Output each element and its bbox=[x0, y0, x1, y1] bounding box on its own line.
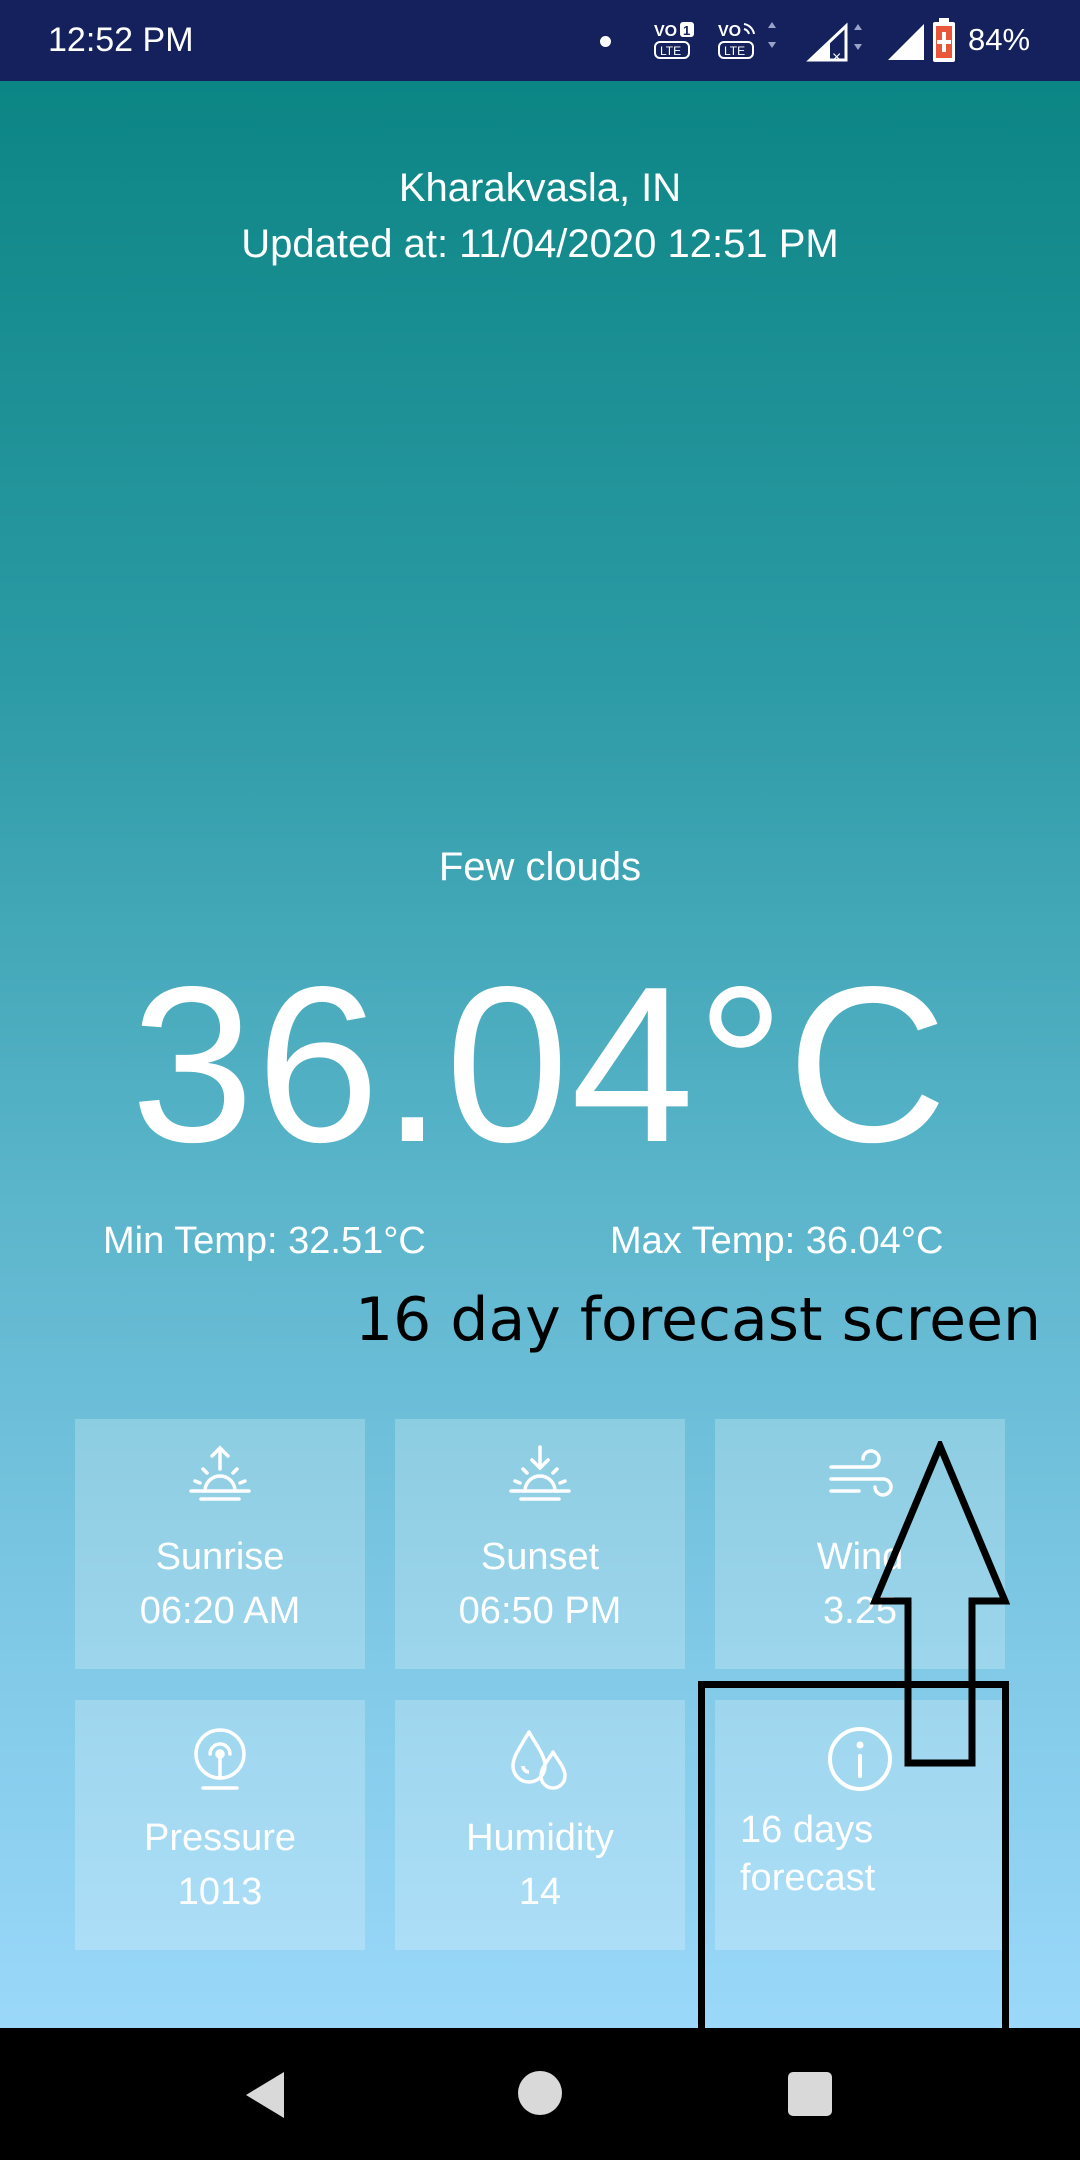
annotation-highlight-box bbox=[698, 1681, 1009, 2035]
humidity-drops-icon bbox=[511, 1730, 567, 1790]
svg-text:VO: VO bbox=[718, 23, 741, 40]
updated-at-label: Updated at: 11/04/2020 12:51 PM bbox=[241, 222, 839, 266]
sunrise-label: Sunrise bbox=[155, 1536, 285, 1578]
battery-charging-icon bbox=[933, 18, 955, 62]
location-label: Kharakvasla, IN bbox=[398, 166, 682, 210]
recents-icon[interactable] bbox=[786, 2070, 834, 2118]
humidity-value: 14 bbox=[518, 1871, 562, 1913]
back-icon[interactable] bbox=[240, 2068, 290, 2122]
pressure-value: 1013 bbox=[177, 1871, 263, 1913]
min-temp-label: Min Temp: 32.51°C bbox=[103, 1220, 426, 1262]
signal-no-service-icon: × bbox=[806, 22, 862, 64]
volte-1-icon: VO 1 LTE bbox=[654, 22, 694, 59]
sunset-tile: Sunset 06:50 PM bbox=[395, 1419, 685, 1669]
sunrise-tile: Sunrise 06:20 AM bbox=[75, 1419, 365, 1669]
navigation-bar bbox=[0, 2028, 1080, 2160]
weather-app-screen: 12:52 PM VO 1 LTE VO LTE × 84% Kharakvas… bbox=[0, 0, 1080, 2160]
status-time: 12:52 PM bbox=[48, 21, 194, 59]
svg-text:1: 1 bbox=[683, 23, 690, 38]
status-bar: 12:52 PM VO 1 LTE VO LTE × 84% bbox=[0, 0, 1080, 81]
annotation-label: 16 day forecast screen bbox=[355, 1285, 1042, 1355]
battery-percentage: 84% bbox=[968, 22, 1031, 57]
sunrise-value: 06:20 AM bbox=[139, 1590, 301, 1632]
sunset-value: 06:50 PM bbox=[458, 1590, 622, 1632]
notification-dot-icon bbox=[600, 36, 611, 47]
pressure-label: Pressure bbox=[143, 1817, 297, 1859]
pressure-tile: Pressure 1013 bbox=[75, 1700, 365, 1950]
sunset-label: Sunset bbox=[480, 1536, 600, 1578]
sunset-icon bbox=[509, 1445, 571, 1501]
svg-text:VO: VO bbox=[654, 23, 677, 40]
sunrise-icon bbox=[189, 1445, 251, 1501]
current-temperature: 36.04°C bbox=[130, 941, 950, 1189]
home-icon[interactable] bbox=[515, 2068, 565, 2118]
signal-full-icon bbox=[888, 24, 924, 60]
weather-condition: Few clouds bbox=[438, 845, 642, 889]
svg-text:LTE: LTE bbox=[724, 44, 745, 58]
pressure-gauge-icon bbox=[194, 1728, 246, 1790]
svg-text:LTE: LTE bbox=[660, 44, 681, 58]
max-temp-label: Max Temp: 36.04°C bbox=[610, 1220, 944, 1262]
humidity-label: Humidity bbox=[466, 1817, 614, 1859]
humidity-tile: Humidity 14 bbox=[395, 1700, 685, 1950]
weather-main: Kharakvasla, IN Updated at: 11/04/2020 1… bbox=[0, 81, 1080, 2035]
volte-wifi-icon: VO LTE bbox=[718, 22, 776, 59]
svg-text:×: × bbox=[832, 49, 841, 64]
